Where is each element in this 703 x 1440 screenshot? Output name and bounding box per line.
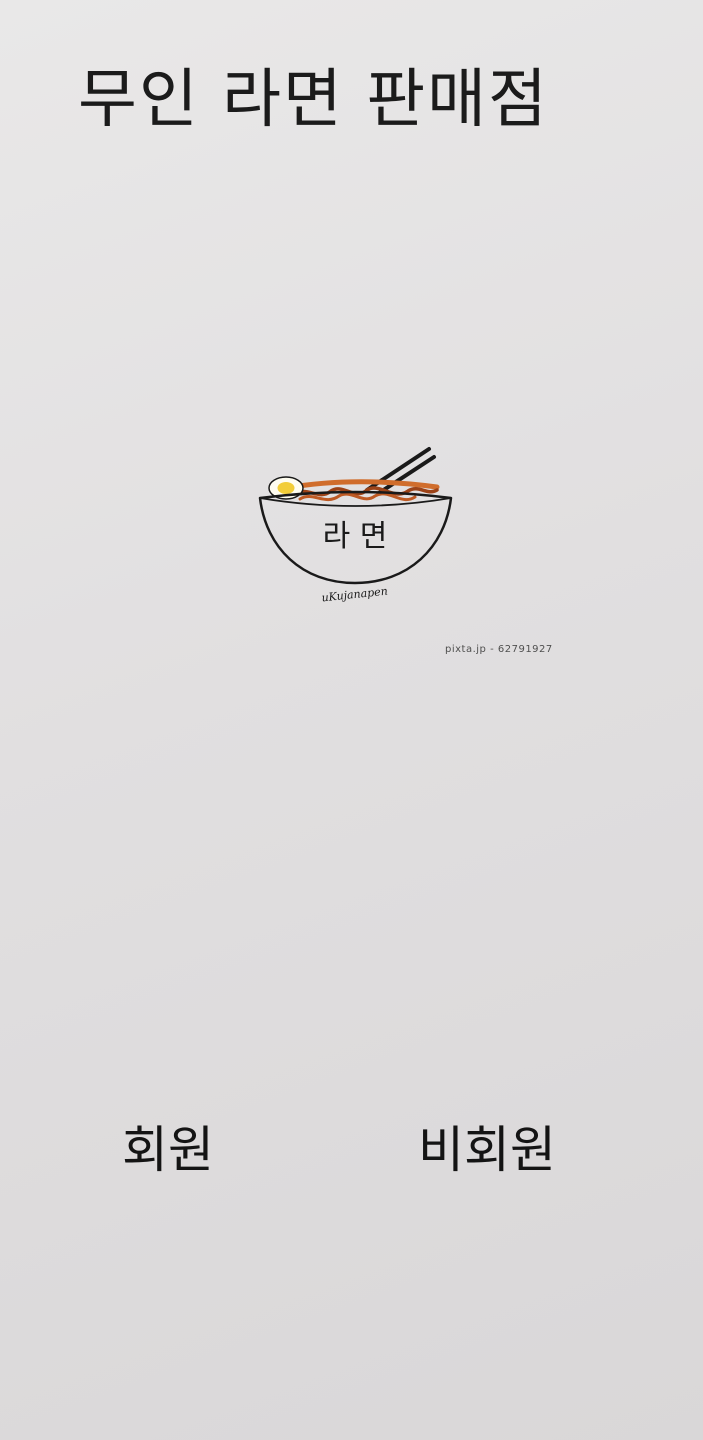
guest-button[interactable]: 비회원 (408, 1118, 566, 1182)
main-screen: 무인 라면 판매점 라 면 uKujanapen pixta.jp - 6279… (0, 0, 703, 1440)
page-title: 무인 라면 판매점 (78, 63, 549, 137)
noodles-icon (283, 479, 440, 502)
member-button[interactable]: 회원 (110, 1118, 226, 1182)
ramen-bowl-icon: 라 면 uKujanapen (258, 447, 453, 605)
artist-signature: uKujanapen (321, 585, 388, 605)
bowl-label: 라 면 (323, 519, 388, 554)
stock-watermark: pixta.jp - 62791927 (445, 644, 553, 655)
